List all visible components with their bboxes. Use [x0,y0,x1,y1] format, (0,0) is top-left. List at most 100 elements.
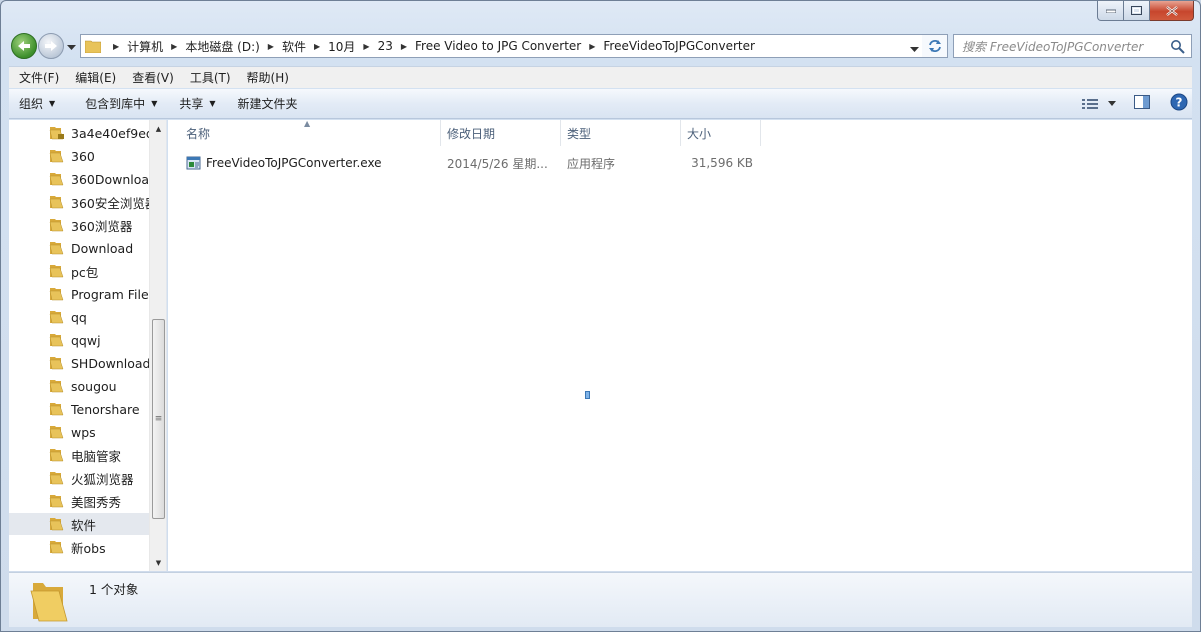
refresh-button[interactable] [922,34,948,58]
breadcrumb-item[interactable]: 10月 [328,38,355,55]
breadcrumb-separator[interactable]: ▶ [171,42,177,51]
column-header-name[interactable]: 名称 ▲ [168,119,441,146]
locked-folder-icon [49,127,64,140]
maximize-button[interactable] [1124,1,1150,21]
search-input[interactable]: 搜索 FreeVideoToJPGConverter [953,34,1192,58]
sidebar-folder-item[interactable]: qq [9,306,149,328]
breadcrumb-item[interactable]: 本地磁盘 (D:) [185,38,259,55]
preview-pane-button[interactable] [1134,95,1150,112]
sidebar-folder-item[interactable]: pc包 [9,260,149,282]
exe-app-icon [186,156,201,170]
breadcrumb-separator[interactable]: ▶ [589,42,595,51]
scroll-up-button[interactable]: ▲ [150,120,166,137]
column-header-date[interactable]: 修改日期 [441,120,561,146]
chevron-down-icon [67,45,76,50]
share-button[interactable]: 共享 ▼ [169,95,227,112]
preview-pane-icon [1134,95,1150,109]
file-type: 应用程序 [567,156,616,171]
sidebar-folder-label: qqwj [71,332,101,348]
breadcrumb-separator[interactable]: ▶ [113,42,119,51]
sidebar-folder-item[interactable]: 新obs [9,536,149,558]
sidebar-folder-item[interactable]: 火狐浏览器 [9,467,149,489]
back-button[interactable] [11,33,37,59]
breadcrumb[interactable]: ▶ 计算机 ▶ 本地磁盘 (D:) ▶ 软件 ▶ 10月 ▶ 23 ▶ Free… [80,34,924,58]
sidebar-folder-item[interactable]: qqwj [9,329,149,351]
sidebar-folder-item[interactable]: wps [9,421,149,443]
navigation-scrollbar[interactable]: ▲ ≡ ▼ [149,120,166,571]
column-header-type[interactable]: 类型 [561,120,681,146]
menu-tools[interactable]: 工具(T) [182,69,239,86]
sidebar-folder-item[interactable]: sougou [9,375,149,397]
sidebar-folder-item[interactable]: SHDownload [9,352,149,374]
column-name-label: 名称 [186,126,211,141]
sidebar-folder-item[interactable]: 软件 [9,513,149,535]
folder-icon [49,426,64,439]
details-pane: 1 个对象 [9,572,1192,627]
recent-pages-dropdown[interactable] [67,40,76,54]
file-list: 名称 ▲ 修改日期 类型 大小 FreeVideoToJPGConverter.… [168,119,1192,571]
breadcrumb-item[interactable]: FreeVideoToJPGConverter [603,39,755,53]
sidebar-folder-label: pc包 [71,264,99,280]
address-history-dropdown[interactable] [910,42,919,56]
forward-button[interactable] [38,33,64,59]
column-date-label: 修改日期 [447,126,496,141]
scroll-thumb[interactable]: ≡ [152,319,165,519]
breadcrumb-separator[interactable]: ▶ [401,42,407,51]
item-count: 1 个对象 [89,582,139,597]
sidebar-folder-label: 3a4e40ef9ed7 [71,125,149,141]
column-headers: 名称 ▲ 修改日期 类型 大小 [168,119,761,146]
file-row[interactable]: FreeVideoToJPGConverter.exe 2014/5/26 星期… [168,152,761,174]
close-icon [1165,5,1178,16]
sidebar-folder-item[interactable]: Tenorshare [9,398,149,420]
sidebar-folder-item[interactable]: 美图秀秀 [9,490,149,512]
column-header-size[interactable]: 大小 [681,120,761,146]
file-size: 31,596 KB [691,156,753,170]
folder-icon [49,311,64,324]
menu-help[interactable]: 帮助(H) [239,69,297,86]
sidebar-folder-item[interactable]: Program Files [9,283,149,305]
menu-bar: 文件(F) 编辑(E) 查看(V) 工具(T) 帮助(H) [9,66,1192,88]
scroll-down-button[interactable]: ▼ [150,554,166,571]
menu-file[interactable]: 文件(F) [11,69,67,86]
search-placeholder: 搜索 FreeVideoToJPGConverter [962,39,1144,54]
new-folder-button[interactable]: 新建文件夹 [228,95,310,112]
sidebar-folder-item[interactable]: 电脑管家 [9,444,149,466]
change-view-button[interactable] [1082,98,1116,110]
include-library-button[interactable]: 包含到库中 ▼ [75,95,169,112]
breadcrumb-separator[interactable]: ▶ [314,42,320,51]
organize-label: 组织 [19,97,44,111]
chevron-down-icon: ▼ [209,99,216,108]
svg-text:?: ? [1176,96,1183,110]
menu-view[interactable]: 查看(V) [124,69,182,86]
sidebar-folder-label: 火狐浏览器 [71,471,134,487]
sidebar-folder-item[interactable]: 360 [9,145,149,167]
arrow-left-icon [18,41,30,51]
close-button[interactable] [1150,1,1194,21]
organize-button[interactable]: 组织 ▼ [9,95,67,112]
sidebar-folder-item[interactable]: 360安全浏览器 [9,191,149,213]
file-name-cell: FreeVideoToJPGConverter.exe [168,155,441,171]
address-row: ▶ 计算机 ▶ 本地磁盘 (D:) ▶ 软件 ▶ 10月 ▶ 23 ▶ Free… [9,31,1192,61]
folder-icon [49,380,64,393]
menu-edit[interactable]: 编辑(E) [67,69,124,86]
text-cursor [585,391,590,399]
breadcrumb-item[interactable]: 23 [378,39,393,53]
breadcrumb-separator[interactable]: ▶ [363,42,369,51]
sidebar-folder-item[interactable]: 3a4e40ef9ed7 [9,122,149,144]
breadcrumb-item[interactable]: Free Video to JPG Converter [415,39,581,53]
sidebar-folder-label: qq [71,309,87,325]
folder-icon [49,242,64,255]
minimize-button[interactable] [1097,1,1124,21]
sidebar-folder-item[interactable]: 360Download [9,168,149,190]
sidebar-folder-label: 美图秀秀 [71,494,122,510]
sidebar-folder-label: Tenorshare [71,401,140,417]
maximize-icon [1131,6,1142,15]
folder-icon [49,472,64,485]
sidebar-folder-item[interactable]: 360浏览器 [9,214,149,236]
breadcrumb-separator[interactable]: ▶ [268,42,274,51]
chevron-down-icon: ▼ [49,99,56,108]
sidebar-folder-item[interactable]: Download [9,237,149,259]
breadcrumb-item[interactable]: 计算机 [127,38,163,55]
breadcrumb-item[interactable]: 软件 [282,38,306,55]
help-button[interactable]: ? [1170,93,1188,114]
